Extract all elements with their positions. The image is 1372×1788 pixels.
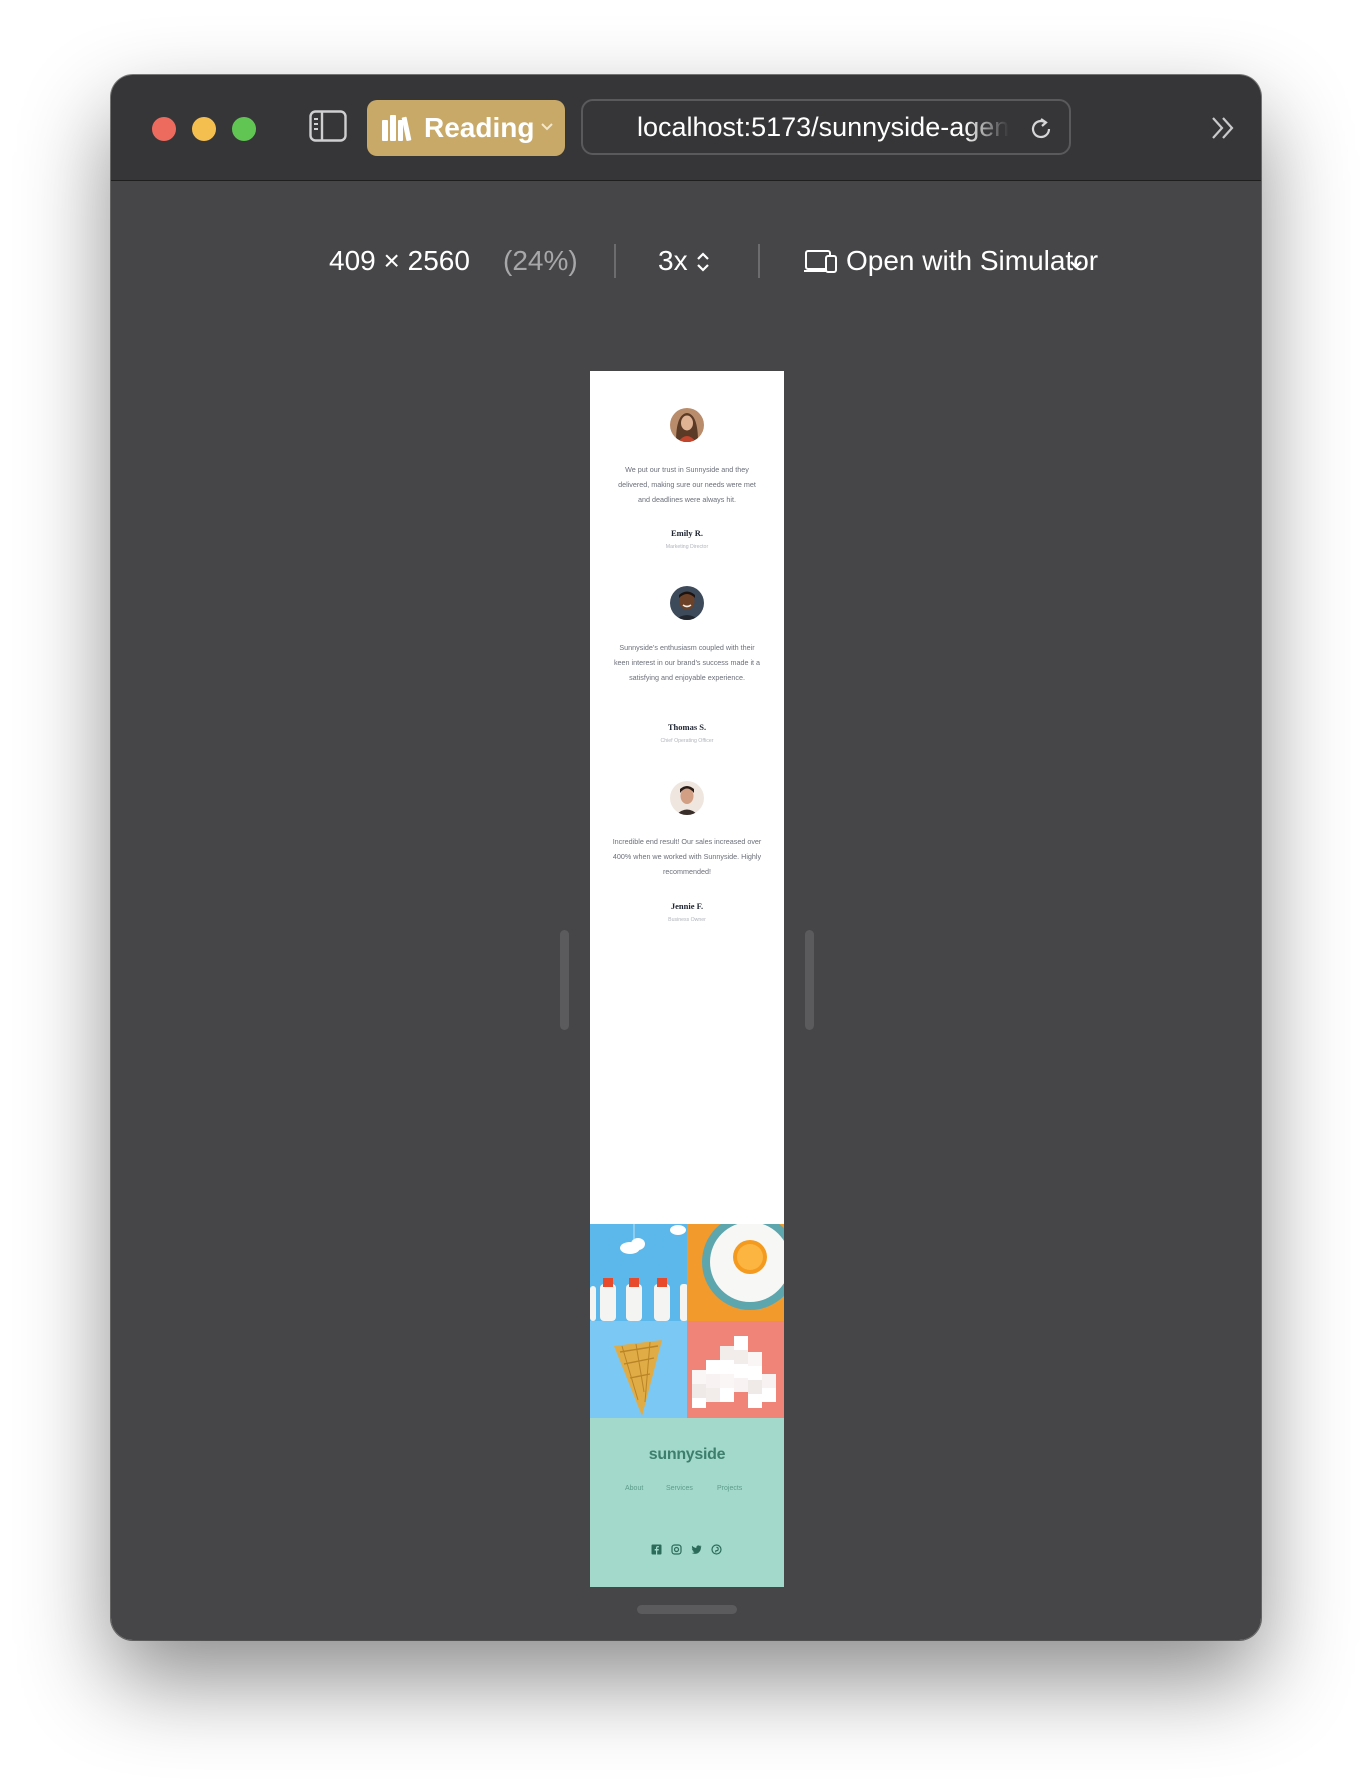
footer-nav-projects[interactable]: Projects xyxy=(717,1485,742,1492)
testimonial-role: Marketing Director xyxy=(665,544,709,550)
up-down-chevron-icon[interactable] xyxy=(695,249,711,275)
testimonial-quote: Sunnyside’s enthusiasm coupled with thei… xyxy=(613,643,761,682)
viewport-dimensions[interactable]: 409 × 2560 xyxy=(329,245,470,277)
avatar xyxy=(670,781,704,815)
pixel-ratio-select[interactable]: 3x xyxy=(658,245,688,277)
testimonial-role: Chief Operating Officer xyxy=(660,738,714,744)
testimonial-role: Business Owner xyxy=(668,917,706,923)
gallery-orange xyxy=(687,1224,784,1321)
url-text[interactable]: localhost:5173/sunnyside-agen xyxy=(637,112,1009,143)
pinterest-icon[interactable] xyxy=(711,1542,722,1555)
testimonial-name: Emily R. xyxy=(670,528,704,538)
zoom-percentage: (24%) xyxy=(503,245,578,276)
titlebar: Reading localhost:5173/sunnyside-agen xyxy=(111,75,1261,181)
gallery-sugar-cubes xyxy=(687,1321,784,1418)
gallery-cone xyxy=(590,1321,687,1418)
viewport-width: 409 xyxy=(329,245,376,276)
resize-handle-right[interactable] xyxy=(805,930,814,1030)
footer-nav-services[interactable]: Services xyxy=(666,1485,693,1492)
dimension-separator: × xyxy=(383,245,400,276)
reading-label: Reading xyxy=(424,112,535,143)
site-footer: sunnyside About Services Projects xyxy=(590,1418,784,1587)
open-with-simulator-button[interactable]: Open with Simulator xyxy=(846,245,1098,277)
footer-nav-about[interactable]: About xyxy=(625,1485,643,1492)
zoom-window-button[interactable] xyxy=(232,117,256,141)
chevron-down-icon[interactable] xyxy=(1069,257,1083,269)
testimonial-quote: Incredible end result! Our sales increas… xyxy=(612,837,762,876)
gallery-milk-bottles xyxy=(590,1224,688,1321)
testimonial-name: Thomas S. xyxy=(667,722,707,732)
device-viewport: We put our trust in Sunnyside and they d… xyxy=(590,371,784,1587)
avatar xyxy=(670,586,704,620)
site-logo[interactable]: sunnyside xyxy=(590,1446,784,1464)
responsive-design-toolbar: 409 × 2560 (24%) 3x Open with Simulator xyxy=(111,235,1261,295)
chevron-down-icon xyxy=(539,120,555,134)
divider xyxy=(614,244,616,278)
instagram-icon[interactable] xyxy=(671,1542,682,1555)
minimize-window-button[interactable] xyxy=(192,117,216,141)
resize-handle-left[interactable] xyxy=(560,930,569,1030)
resize-handle-bottom[interactable] xyxy=(637,1605,737,1614)
avatar xyxy=(670,408,704,442)
facebook-icon[interactable] xyxy=(651,1542,662,1555)
testimonial-quote: We put our trust in Sunnyside and they d… xyxy=(618,465,756,504)
viewport-height: 2560 xyxy=(407,245,470,276)
chevron-double-right-icon[interactable] xyxy=(1209,115,1237,141)
testimonial-name: Jennie F. xyxy=(670,901,704,911)
books-icon xyxy=(381,114,413,142)
twitter-icon[interactable] xyxy=(691,1542,702,1554)
divider xyxy=(758,244,760,278)
reading-list-button[interactable]: Reading xyxy=(367,100,565,156)
close-window-button[interactable] xyxy=(152,117,176,141)
device-icon[interactable] xyxy=(804,248,838,274)
browser-window: Reading localhost:5173/sunnyside-agen 40… xyxy=(111,75,1261,1640)
reload-icon[interactable] xyxy=(1027,115,1055,143)
sidebar-icon[interactable] xyxy=(309,110,347,142)
gallery-grid xyxy=(590,1224,784,1418)
address-bar[interactable]: localhost:5173/sunnyside-agen xyxy=(581,99,1071,155)
